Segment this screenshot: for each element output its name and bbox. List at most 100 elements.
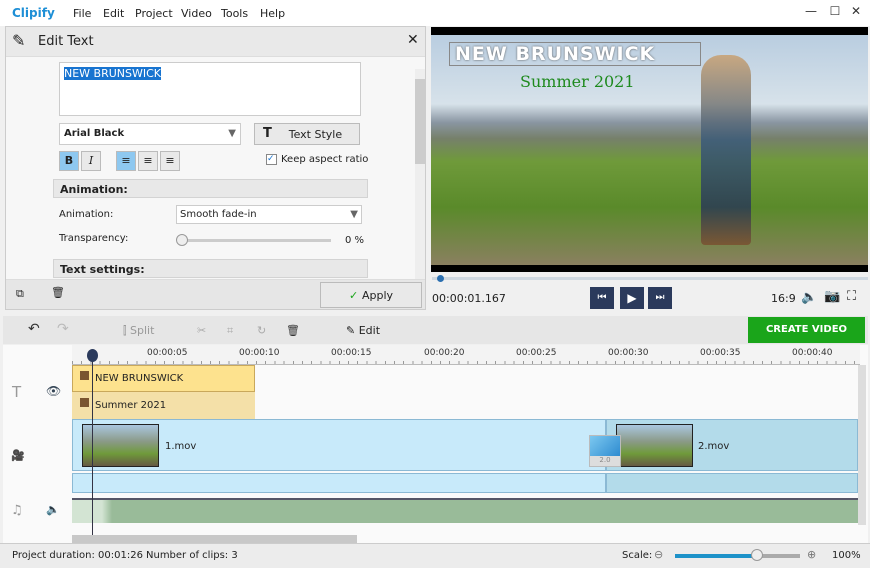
maximize-icon[interactable]: ☐ (825, 4, 845, 22)
menu-edit[interactable]: Edit (103, 7, 124, 20)
next-icon[interactable]: ⏭ (648, 287, 672, 309)
edit-label: Edit (358, 324, 381, 337)
music-icon: ♫ (11, 503, 23, 518)
bold-button[interactable]: B (59, 151, 79, 171)
zoom-out-icon[interactable]: ⊖ (654, 548, 663, 561)
play-icon[interactable]: ▶ (620, 287, 644, 309)
animation-section[interactable]: Animation: (53, 179, 368, 198)
edit-icon: ✎ (12, 31, 26, 50)
scale-label: Scale: (622, 550, 653, 561)
hikers-figure (701, 55, 751, 245)
text-clip[interactable]: Summer 2021 (72, 392, 255, 419)
seek-bar[interactable] (432, 277, 868, 280)
text-clip[interactable]: NEW BRUNSWICK (72, 365, 255, 392)
clip-label: 2.mov (698, 441, 730, 452)
redo-icon[interactable]: ↷ (57, 321, 69, 337)
scale-slider[interactable] (675, 554, 800, 558)
tick-label: 00:00:20 (424, 348, 465, 358)
align-center-button[interactable]: ≡ (116, 151, 136, 171)
apply-label: Apply (361, 289, 394, 302)
transparency-slider[interactable] (178, 239, 331, 242)
menu-video[interactable]: Video (181, 7, 212, 20)
transition-duration: 2.0 (599, 456, 611, 464)
animation-select[interactable]: Smooth fade-in ▼ (176, 205, 362, 224)
close-panel-icon[interactable]: ✕ (407, 32, 419, 48)
text-clip-label: NEW BRUNSWICK (95, 373, 184, 384)
undo-icon[interactable]: ↶ (28, 321, 40, 337)
create-video-button[interactable]: CREATE VIDEO (748, 317, 865, 343)
italic-button[interactable]: I (81, 151, 101, 171)
keep-aspect-label: Keep aspect ratio (281, 154, 369, 165)
video-sub-track[interactable] (72, 473, 606, 493)
menu-help[interactable]: Help (260, 7, 285, 20)
minimize-icon[interactable]: — (801, 4, 821, 22)
tick-label: 00:00:40 (792, 348, 833, 358)
timeline-hscroll[interactable] (72, 535, 357, 543)
zoom-in-icon[interactable]: ⊕ (807, 548, 816, 561)
split-button[interactable]: ⫿ Split (123, 324, 154, 338)
previous-icon[interactable]: ⏮ (590, 287, 614, 309)
tick-label: 00:00:05 (147, 348, 188, 358)
menu-file[interactable]: File (73, 7, 91, 20)
edit-text-panel: ✎ Edit Text ✕ NEW BRUNSWICK Arial Black ▼… (5, 26, 426, 310)
split-label: Split (130, 324, 155, 337)
rotate-icon[interactable]: ↻ (257, 324, 266, 337)
video-preview[interactable]: NEW BRUNSWICK Summer 2021 (431, 27, 868, 272)
seek-handle[interactable] (437, 275, 444, 282)
timeline-toolbar: ↶ ↷ ⫿ Split ✂ ⌗ ↻ 🗑 ✎ Edit CREATE VIDEO (3, 316, 868, 344)
keep-aspect-checkbox[interactable]: ✓ (266, 154, 277, 165)
video-track-icon: 🎥 (11, 449, 25, 462)
text-style-label: Text Style (288, 128, 343, 141)
scale-slider-handle[interactable] (751, 549, 763, 561)
transparency-slider-handle[interactable] (176, 234, 188, 246)
crop-icon[interactable]: ⌗ (227, 324, 233, 338)
timecode: 00:00:01.167 (432, 292, 506, 305)
preview-frame: NEW BRUNSWICK Summer 2021 (431, 35, 868, 265)
aspect-ratio[interactable]: 16:9 (771, 292, 796, 305)
preview-subtitle-text[interactable]: Summer 2021 (520, 72, 635, 91)
split-icon: ⫿ (123, 324, 131, 337)
volume-icon[interactable]: 🔈 (801, 290, 817, 305)
preview-title-text[interactable]: NEW BRUNSWICK (455, 43, 655, 65)
text-input[interactable]: NEW BRUNSWICK (59, 62, 361, 116)
edit-button[interactable]: ✎ Edit (346, 324, 380, 337)
text-style-button[interactable]: T Text Style (254, 123, 360, 145)
text-track-icon: T (12, 383, 22, 401)
panel-footer: ⧉ 🗑 ✓ Apply (6, 279, 425, 309)
trash-icon[interactable]: 🗑 (51, 286, 65, 299)
eye-icon[interactable]: 👁 (46, 384, 61, 398)
panel-title: Edit Text (38, 34, 94, 49)
camera-icon[interactable]: 📷 (824, 289, 840, 304)
panel-scrollbar[interactable] (415, 69, 425, 279)
align-left-button[interactable]: ≡ (138, 151, 158, 171)
status-bar: Project duration: 00:01:26 Number of cli… (0, 543, 870, 568)
volume-icon[interactable]: 🔈 (46, 503, 60, 516)
clip-label: 1.mov (165, 441, 197, 452)
font-value: Arial Black (64, 128, 125, 139)
time-ruler[interactable] (72, 345, 860, 365)
menu-tools[interactable]: Tools (221, 7, 248, 20)
timeline-vscroll[interactable] (858, 365, 866, 525)
scale-value: 100% (832, 550, 861, 561)
playhead-handle[interactable] (87, 349, 98, 362)
font-select[interactable]: Arial Black ▼ (59, 123, 241, 145)
audio-waveform[interactable] (72, 498, 858, 523)
apply-button[interactable]: ✓ Apply (320, 282, 422, 308)
text-clip-icon (80, 398, 89, 407)
align-right-button[interactable]: ≡ (160, 151, 180, 171)
transition[interactable]: 2.0 (589, 435, 621, 467)
clip-count: Number of clips: 3 (146, 550, 238, 561)
text-settings-section[interactable]: Text settings: (53, 259, 368, 278)
text-style-icon: T (263, 126, 272, 141)
fullscreen-icon[interactable]: ⛶ (847, 289, 856, 304)
duplicate-icon[interactable]: ⧉ (16, 287, 24, 301)
text-clip-icon (80, 371, 89, 380)
video-sub-track[interactable] (606, 473, 858, 493)
close-icon[interactable]: ✕ (846, 4, 866, 22)
delete-icon[interactable]: 🗑 (286, 324, 300, 337)
playhead[interactable] (92, 352, 93, 535)
cut-icon[interactable]: ✂ (197, 324, 206, 337)
menu-project[interactable]: Project (135, 7, 173, 20)
project-duration: Project duration: 00:01:26 (12, 550, 143, 561)
transparency-label: Transparency: (59, 233, 129, 244)
